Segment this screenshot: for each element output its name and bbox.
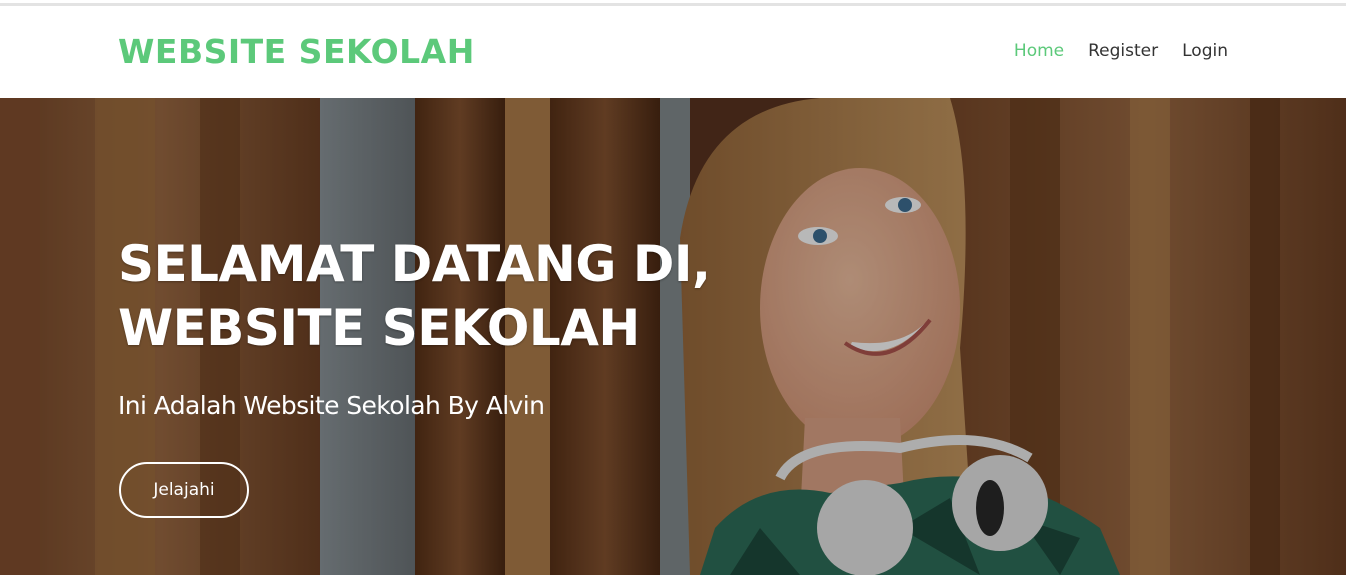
navbar: WEBSITE SEKOLAH Home Register Login (0, 6, 1346, 98)
brand-logo-link[interactable]: WEBSITE SEKOLAH (118, 32, 475, 72)
hero-section: SELAMAT DATANG DI, WEBSITE SEKOLAH Ini A… (0, 98, 1346, 575)
hero-title-line-1: SELAMAT DATANG DI, (118, 235, 711, 293)
hero-title-line-2: WEBSITE SEKOLAH (118, 299, 640, 357)
hero-title: SELAMAT DATANG DI, WEBSITE SEKOLAH (118, 232, 738, 360)
nav-link-register[interactable]: Register (1088, 39, 1158, 63)
page: WEBSITE SEKOLAH Home Register Login SELA… (0, 0, 1346, 575)
hero-subtitle: Ini Adalah Website Sekolah By Alvin (118, 391, 545, 420)
nav-link-login[interactable]: Login (1182, 39, 1228, 63)
nav-menu: Home Register Login (1014, 39, 1228, 63)
explore-button[interactable]: Jelajahi (119, 462, 249, 518)
nav-link-home[interactable]: Home (1014, 39, 1064, 63)
